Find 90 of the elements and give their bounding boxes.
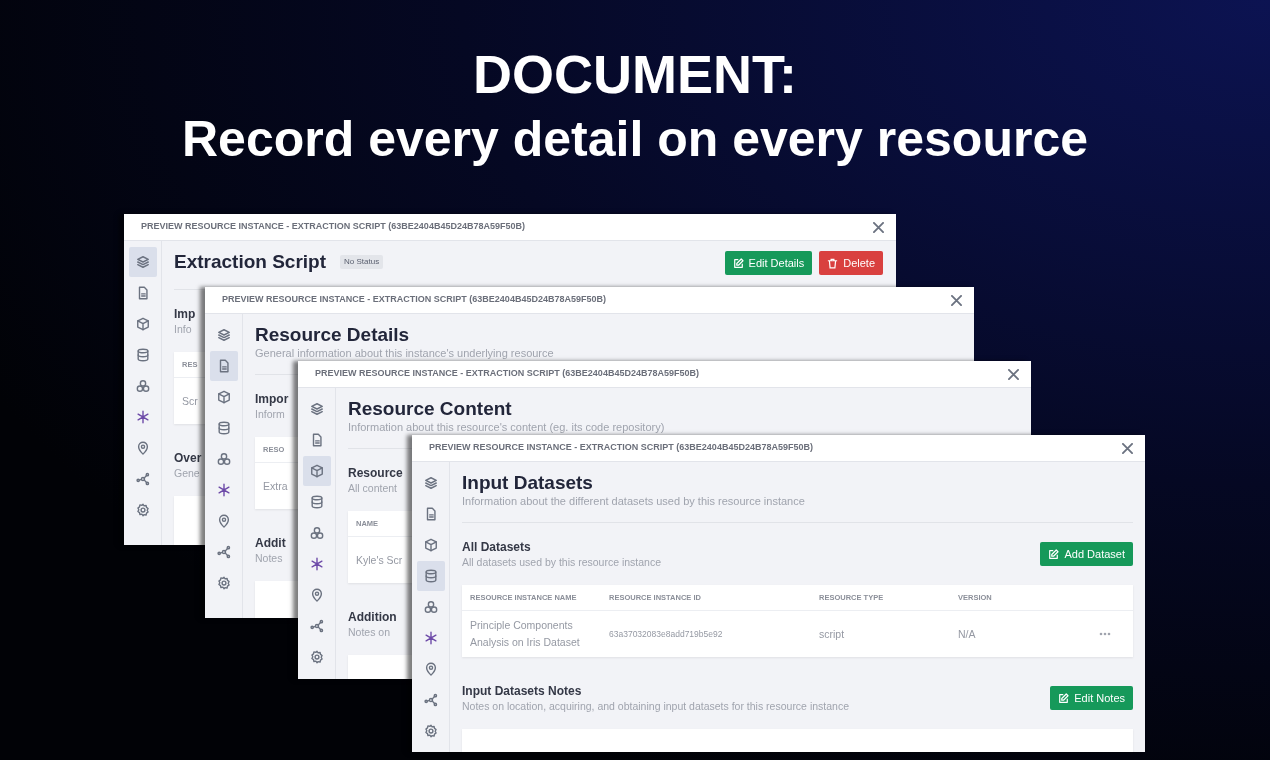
settings-icon xyxy=(309,650,324,664)
section-description: Info xyxy=(174,322,193,336)
edit-button[interactable]: Add Dataset xyxy=(1040,542,1133,566)
network-icon xyxy=(216,545,231,559)
section-heading: Over xyxy=(174,450,202,466)
more-icon xyxy=(1099,632,1111,636)
close-button[interactable] xyxy=(1005,366,1021,382)
page-heading: Input Datasets xyxy=(462,472,593,494)
section-heading: Resource xyxy=(348,465,403,481)
map-pin-icon xyxy=(216,514,231,528)
table-cell-text: Kyle's Scr xyxy=(356,552,403,568)
section-heading: Impor xyxy=(255,391,289,407)
close-button[interactable] xyxy=(870,219,886,235)
table-cell-text: Principle Components Analysis on Iris Dataset xyxy=(470,618,581,650)
sidebar-button[interactable] xyxy=(209,351,238,381)
cluster-icon xyxy=(423,600,438,614)
section-heading: Imp xyxy=(174,306,196,322)
cluster-icon xyxy=(216,452,231,466)
headline: DOCUMENT: xyxy=(473,43,797,106)
close-button[interactable] xyxy=(1119,440,1135,456)
database-icon xyxy=(309,495,324,509)
layers-icon xyxy=(216,328,231,342)
database-icon xyxy=(216,421,231,435)
cube-icon xyxy=(423,538,438,552)
section-heading: Addit xyxy=(255,535,286,551)
edit-button[interactable]: Edit Details xyxy=(724,251,813,275)
cluster-icon xyxy=(309,526,324,540)
cluster-icon xyxy=(135,379,150,393)
map-pin-icon xyxy=(423,662,438,676)
cube-icon xyxy=(135,317,150,331)
layers-icon xyxy=(135,255,150,269)
map-pin-icon xyxy=(135,441,150,455)
cube-icon xyxy=(216,390,231,404)
sidebar-button[interactable] xyxy=(128,247,157,277)
settings-icon xyxy=(216,576,231,590)
delete-button[interactable]: Delete xyxy=(819,251,883,275)
table-cell-text: Extra xyxy=(263,478,288,494)
edit-button[interactable]: Edit Notes xyxy=(1050,686,1133,710)
cube-icon xyxy=(309,464,324,478)
page-heading: Extraction Script xyxy=(174,251,327,273)
subheadline: Record every detail on every resource xyxy=(182,110,1088,169)
close-icon xyxy=(1007,368,1019,380)
asterisk-icon xyxy=(423,631,438,645)
edit-icon xyxy=(1058,692,1070,704)
window-title: PREVIEW RESOURCE INSTANCE - EXTRACTION SCRIPT (63BE2404B45D24B78A59F50B) xyxy=(429,441,813,455)
page-heading: Resource Content xyxy=(348,398,512,420)
network-icon xyxy=(309,619,324,633)
network-icon xyxy=(135,472,150,486)
section-description: Notes xyxy=(255,551,284,565)
page-description: General information about this instance's underlying resource xyxy=(255,346,555,360)
layers-icon xyxy=(423,476,438,490)
close-button[interactable] xyxy=(948,292,964,308)
section-description: All datasets used by this resource instance xyxy=(462,555,662,569)
status-badge: No Status xyxy=(340,255,384,269)
sidebar-button[interactable] xyxy=(302,456,331,486)
settings-icon xyxy=(423,724,438,738)
section-description: All content xyxy=(348,481,399,495)
edit-icon xyxy=(1048,548,1060,560)
asterisk-icon xyxy=(135,410,150,424)
table-cell-text: N/A xyxy=(958,626,976,642)
page-heading: Resource Details xyxy=(255,324,410,346)
section-heading: Input Datasets Notes xyxy=(462,683,583,699)
close-icon xyxy=(950,294,962,306)
database-icon xyxy=(135,348,150,362)
asterisk-icon xyxy=(309,557,324,571)
settings-icon xyxy=(135,503,150,517)
page-description: Information about this resource's content (eg. its code repository) xyxy=(348,420,666,434)
layers-icon xyxy=(309,402,324,416)
window-title: PREVIEW RESOURCE INSTANCE - EXTRACTION SCRIPT (63BE2404B45D24B78A59F50B) xyxy=(315,367,699,381)
section-description: Inform xyxy=(255,407,286,421)
section-description: Notes on location, acquiring, and obtaining input datasets for this resource instance xyxy=(462,699,849,713)
table-cell-text: script xyxy=(819,626,845,642)
section-description: Gene xyxy=(174,466,201,480)
page-description: Information about the different datasets used by this resource instance xyxy=(462,494,806,508)
asterisk-icon xyxy=(216,483,231,497)
section-heading: Addition xyxy=(348,609,397,625)
trash-icon xyxy=(827,257,839,269)
network-icon xyxy=(423,693,438,707)
section-heading: All Datasets xyxy=(462,539,532,555)
database-icon xyxy=(423,569,438,583)
close-icon xyxy=(872,221,884,233)
map-pin-icon xyxy=(309,588,324,602)
table-cell-text: 63a37032083e8add719b5e92 xyxy=(609,627,723,641)
close-icon xyxy=(1121,442,1133,454)
edit-icon xyxy=(732,257,744,269)
sidebar-button[interactable] xyxy=(416,561,445,591)
table-cell-text: Scr xyxy=(182,393,198,409)
window-title: PREVIEW RESOURCE INSTANCE - EXTRACTION SCRIPT (63BE2404B45D24B78A59F50B) xyxy=(141,220,525,234)
section-description: Notes on xyxy=(348,625,392,639)
window-title: PREVIEW RESOURCE INSTANCE - EXTRACTION SCRIPT (63BE2404B45D24B78A59F50B) xyxy=(222,293,606,307)
